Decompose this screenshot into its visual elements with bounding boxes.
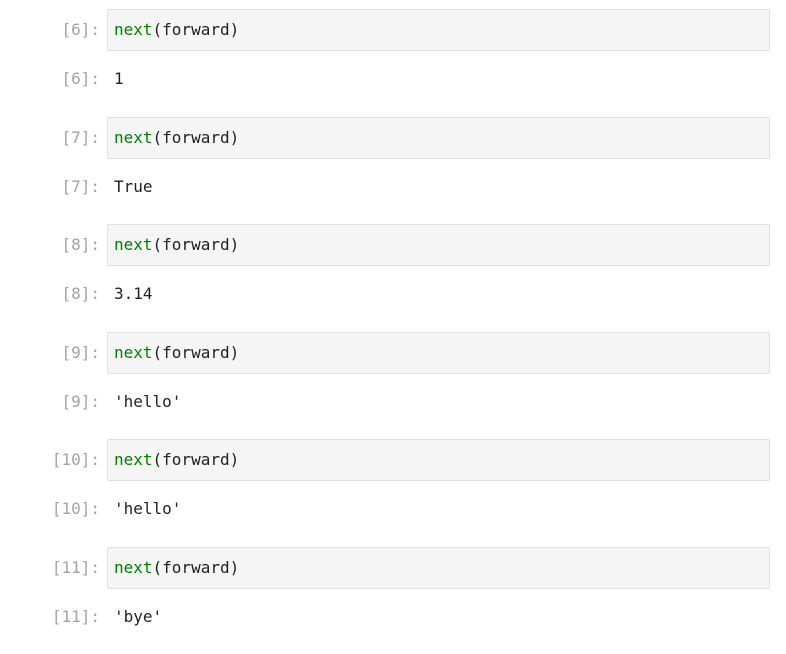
input-prompt: [11]: <box>0 547 100 589</box>
code-builtin-next: next <box>114 450 153 469</box>
output-text: 'hello' <box>114 381 181 423</box>
code-builtin-next: next <box>114 558 153 577</box>
output-area: [9]: 'hello' <box>0 381 786 423</box>
notebook: [6]: next(forward) [6]: 1 [7]: next(forw… <box>0 9 786 654</box>
code-args: (forward) <box>153 128 240 147</box>
code-line: next(forward) <box>114 118 239 158</box>
input-area: [10]: next(forward) <box>0 439 786 481</box>
output-area: [7]: True <box>0 166 786 208</box>
code-cell[interactable]: [7]: next(forward) [7]: True <box>0 117 786 225</box>
code-editor[interactable]: next(forward) <box>107 439 770 481</box>
input-prompt: [9]: <box>0 332 100 374</box>
output-area: [10]: 'hello' <box>0 488 786 530</box>
code-cell[interactable]: [10]: next(forward) [10]: 'hello' <box>0 439 786 547</box>
input-area: [8]: next(forward) <box>0 224 786 266</box>
code-args: (forward) <box>153 450 240 469</box>
code-cell[interactable]: [11]: next(forward) [11]: 'bye' <box>0 547 786 654</box>
output-prompt: [7]: <box>0 166 100 208</box>
output-prompt: [11]: <box>0 596 100 638</box>
input-prompt: [7]: <box>0 117 100 159</box>
code-args: (forward) <box>153 20 240 39</box>
code-cell[interactable]: [6]: next(forward) [6]: 1 <box>0 9 786 117</box>
code-builtin-next: next <box>114 343 153 362</box>
code-builtin-next: next <box>114 128 153 147</box>
code-builtin-next: next <box>114 235 153 254</box>
code-line: next(forward) <box>114 225 239 265</box>
output-text: 'hello' <box>114 488 181 530</box>
output-prompt: [6]: <box>0 58 100 100</box>
code-line: next(forward) <box>114 10 239 50</box>
code-args: (forward) <box>153 235 240 254</box>
code-editor[interactable]: next(forward) <box>107 547 770 589</box>
code-editor[interactable]: next(forward) <box>107 117 770 159</box>
input-area: [11]: next(forward) <box>0 547 786 589</box>
output-text: 'bye' <box>114 596 162 638</box>
input-area: [9]: next(forward) <box>0 332 786 374</box>
input-prompt: [10]: <box>0 439 100 481</box>
code-args: (forward) <box>153 343 240 362</box>
code-editor[interactable]: next(forward) <box>107 332 770 374</box>
code-builtin-next: next <box>114 20 153 39</box>
output-text: 3.14 <box>114 273 153 315</box>
input-prompt: [8]: <box>0 224 100 266</box>
code-line: next(forward) <box>114 548 239 588</box>
output-area: [6]: 1 <box>0 58 786 100</box>
input-area: [6]: next(forward) <box>0 9 786 51</box>
code-line: next(forward) <box>114 333 239 373</box>
output-prompt: [9]: <box>0 381 100 423</box>
output-area: [11]: 'bye' <box>0 596 786 638</box>
output-prompt: [10]: <box>0 488 100 530</box>
code-args: (forward) <box>153 558 240 577</box>
code-cell[interactable]: [8]: next(forward) [8]: 3.14 <box>0 224 786 332</box>
code-editor[interactable]: next(forward) <box>107 9 770 51</box>
output-text: True <box>114 166 153 208</box>
output-area: [8]: 3.14 <box>0 273 786 315</box>
code-editor[interactable]: next(forward) <box>107 224 770 266</box>
input-area: [7]: next(forward) <box>0 117 786 159</box>
code-cell[interactable]: [9]: next(forward) [9]: 'hello' <box>0 332 786 440</box>
code-line: next(forward) <box>114 440 239 480</box>
output-prompt: [8]: <box>0 273 100 315</box>
output-text: 1 <box>114 58 124 100</box>
input-prompt: [6]: <box>0 9 100 51</box>
